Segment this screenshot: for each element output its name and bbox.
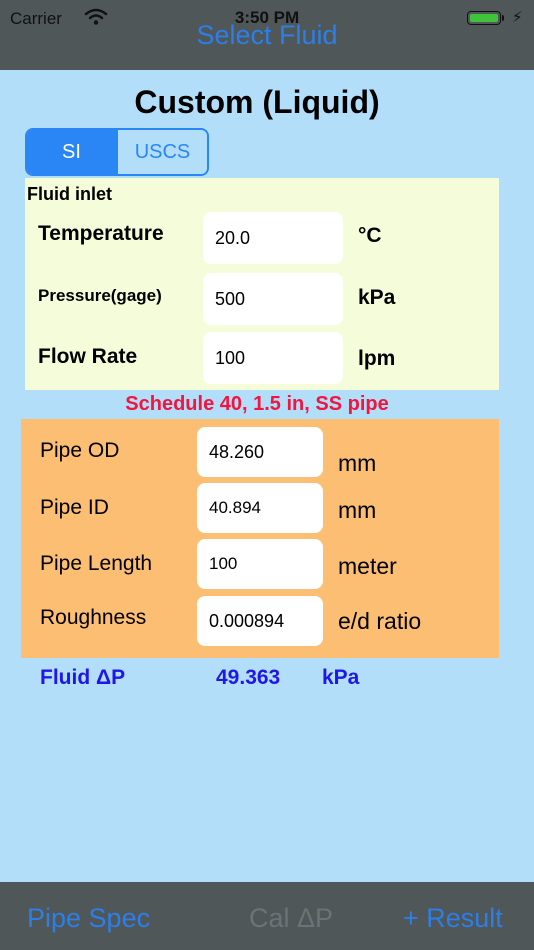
flow-rate-label: Flow Rate [38, 345, 138, 368]
pipe-od-unit: mm [338, 450, 377, 476]
temperature-unit: °C [358, 224, 382, 247]
pipe-od-input[interactable]: 48.260 [197, 427, 323, 477]
roughness-label: Roughness [40, 606, 147, 629]
temperature-label: Temperature [38, 222, 164, 245]
pressure-unit: kPa [358, 286, 396, 309]
cal-dp-button[interactable]: Cal ΔP [249, 903, 333, 934]
pipe-spec-button[interactable]: Pipe Spec [27, 903, 150, 934]
fluid-inlet-header: Fluid inlet [27, 184, 112, 204]
pipe-id-label: Pipe ID [40, 496, 109, 519]
roughness-unit: e/d ratio [338, 608, 422, 634]
temperature-input[interactable]: 20.0 [203, 212, 343, 264]
pipe-length-input[interactable]: 100 [197, 539, 323, 589]
select-fluid-button[interactable]: Select Fluid [0, 20, 534, 51]
pressure-label: Pressure(gage) [38, 286, 162, 305]
add-result-button[interactable]: + Result [403, 903, 503, 934]
pressure-input[interactable]: 500 [203, 273, 343, 325]
fluid-dp-label: Fluid ΔP [40, 666, 126, 689]
pipe-id-input[interactable]: 40.894 [197, 483, 323, 533]
pipe-od-label: Pipe OD [40, 439, 120, 462]
pipe-spec-note: Schedule 40, 1.5 in, SS pipe [125, 393, 389, 415]
flow-rate-input[interactable]: 100 [203, 332, 343, 384]
flow-rate-unit: lpm [358, 347, 396, 370]
unit-uscs-option[interactable]: USCS [116, 130, 207, 174]
unit-segmented-control: SI USCS [25, 128, 209, 176]
page-title: Custom (Liquid) [134, 84, 380, 120]
fluid-dp-value: 49.363 [216, 666, 281, 689]
pipe-length-unit: meter [338, 553, 397, 579]
fluid-dp-unit: kPa [322, 666, 360, 689]
pipe-length-label: Pipe Length [40, 552, 153, 575]
unit-si-option[interactable]: SI [27, 130, 116, 174]
pipe-id-unit: mm [338, 497, 377, 523]
roughness-input[interactable]: 0.000894 [197, 596, 323, 646]
